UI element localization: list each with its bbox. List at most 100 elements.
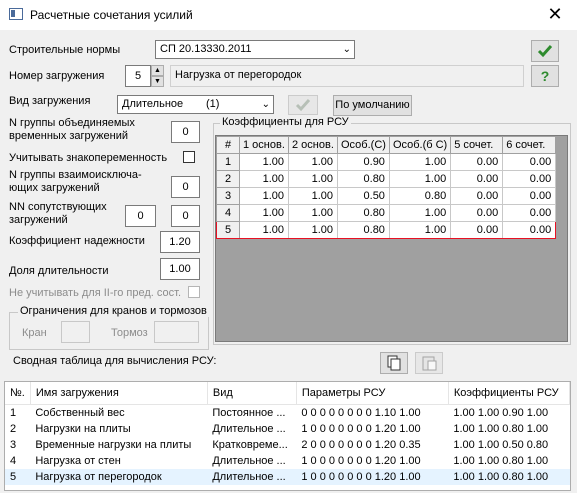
rsu-cell[interactable]: 1.00 (288, 170, 338, 188)
rsu-cell[interactable]: 1.00 (239, 187, 289, 205)
summary-cell: Длительное ... (212, 423, 286, 435)
load-type-select[interactable]: Длительное (1) ⌄ (117, 95, 274, 114)
rsu-cell[interactable]: 0.00 (502, 204, 557, 222)
accompanying-input-2[interactable]: 0 (171, 205, 200, 227)
rsu-cell[interactable]: 1.00 (288, 221, 338, 239)
combined-group-label-line1: N группы объединяемых (9, 117, 135, 129)
rsu-column-header[interactable]: 5 сочет. (450, 136, 504, 154)
rsu-cell[interactable]: 1.00 (239, 153, 289, 171)
norms-select[interactable]: СП 20.13330.2011 ⌄ (155, 40, 355, 59)
summary-cell: 1 0 0 0 0 0 0 0 1.20 1.00 (301, 455, 421, 467)
rsu-cell[interactable]: 0.80 (337, 170, 390, 188)
rsu-cell[interactable]: 0.00 (450, 170, 504, 188)
load-number-spinner[interactable]: ▲ ▼ (151, 65, 164, 87)
reliability-label: Коэффициент надежности (9, 235, 145, 247)
rsu-row[interactable]: 2 1.00 1.00 0.80 1.00 0.00 0.00 (216, 170, 557, 188)
summary-column-header[interactable]: Вид (207, 382, 297, 405)
rsu-cell[interactable]: 1.00 (239, 204, 289, 222)
rsu-column-header[interactable]: 1 основ. (239, 136, 289, 154)
ignore-second-checkbox[interactable] (188, 286, 200, 298)
rsu-cell[interactable]: 1.00 (288, 204, 338, 222)
rsu-cell[interactable]: 0.80 (388, 187, 452, 205)
load-number-label: Номер загружения (9, 70, 105, 82)
rsu-cell[interactable]: 0.00 (450, 187, 504, 205)
rsu-column-header[interactable]: 6 сочет. (502, 136, 557, 154)
chevron-down-icon: ⌄ (342, 44, 351, 55)
combined-group-input[interactable]: 0 (171, 121, 200, 143)
summary-row[interactable]: 5 Нагрузка от перегородок Длительное ... 1 … (5, 469, 570, 485)
load-name-field[interactable]: Нагрузка от перегородок (170, 65, 524, 87)
rsu-row-number[interactable]: 2 (216, 170, 240, 188)
rsu-cell[interactable]: 1.00 (388, 153, 452, 171)
crane-input[interactable] (61, 321, 90, 343)
duration-share-label: Доля длительности (9, 265, 109, 277)
sign-variable-checkbox[interactable] (183, 151, 195, 163)
default-button[interactable]: По умолчанию (333, 95, 412, 116)
summary-column-header[interactable]: Коэффициенты РСУ (448, 382, 570, 405)
summary-cell: 5 (5, 469, 31, 485)
duration-share-input[interactable]: 1.00 (160, 258, 200, 280)
rsu-cell[interactable]: 1.00 (288, 187, 338, 205)
rsu-cell[interactable]: 1.00 (388, 170, 452, 188)
brake-input[interactable] (154, 321, 199, 343)
rsu-column-header[interactable]: # (216, 136, 240, 154)
rsu-header-row: #1 основ. 2 основ. Особ.(С) Особ.(б С) 5 соч… (216, 136, 557, 154)
rsu-row[interactable]: 3 1.00 1.00 0.50 0.80 0.00 0.00 (216, 187, 557, 205)
spin-down-icon[interactable]: ▼ (151, 76, 164, 87)
rsu-cell[interactable]: 0.00 (450, 221, 504, 239)
mutex-group-label: N группы взаимоисключа- ющих загружений (9, 169, 142, 195)
close-button[interactable]: ✕ (540, 4, 570, 24)
rsu-cell[interactable]: 1.00 (388, 221, 452, 239)
summary-row[interactable]: 1 Собственный вес Постоянное ... 0 0 0 0 0 … (5, 405, 570, 422)
norms-label: Строительные нормы (9, 44, 121, 56)
rsu-cell[interactable]: 1.00 (239, 221, 289, 239)
rsu-cell[interactable]: 0.80 (337, 204, 390, 222)
rsu-cell[interactable]: 0.50 (337, 187, 390, 205)
summary-cell: 1.00 1.00 0.80 1.00 (448, 469, 570, 485)
reliability-input[interactable]: 1.20 (160, 231, 200, 253)
rsu-column-header[interactable]: Особ.(б С) (388, 136, 452, 154)
spin-up-icon[interactable]: ▲ (151, 65, 164, 76)
summary-column-header[interactable]: Имя загружения (30, 382, 208, 405)
rsu-cell[interactable]: 0.00 (450, 204, 504, 222)
rsu-column-header[interactable]: 2 основ. (288, 136, 338, 154)
apply-type-button[interactable] (288, 95, 318, 115)
summary-cell: 1.00 1.00 0.90 1.00 (453, 407, 549, 419)
summary-column-header[interactable]: №. (5, 382, 31, 405)
rsu-cell[interactable]: 0.00 (502, 153, 557, 171)
rsu-cell[interactable]: 0.00 (502, 187, 557, 205)
summary-column-header[interactable]: Параметры РСУ (296, 382, 449, 405)
summary-cell: 3 (10, 439, 17, 451)
copy-button[interactable] (380, 352, 408, 374)
paste-button[interactable] (415, 352, 443, 374)
apply-button[interactable] (531, 40, 559, 62)
help-button[interactable]: ? (531, 65, 559, 87)
rsu-row-number[interactable]: 5 (216, 221, 240, 239)
summary-row[interactable]: 2 Нагрузки на плиты Длительное ... 1 0 0 0 … (5, 421, 570, 437)
sign-variable-label: Учитывать знакопеременность (9, 152, 168, 164)
mutex-group-input[interactable]: 0 (171, 176, 200, 198)
rsu-column-header[interactable]: Особ.(С) (337, 136, 390, 154)
rsu-cell[interactable]: 0.80 (337, 221, 390, 239)
summary-row[interactable]: 3 Временные нагрузки на плиты Кратковреме.… (5, 437, 570, 453)
rsu-cell[interactable]: 1.00 (388, 204, 452, 222)
rsu-row-number[interactable]: 3 (216, 187, 240, 205)
load-number-input[interactable]: 5 (125, 65, 151, 87)
rsu-cell[interactable]: 0.90 (337, 153, 390, 171)
ignore-second-label: Не учитывать для II-го пред. сост. (9, 287, 182, 299)
summary-row[interactable]: 4 Нагрузка от стен Длительное ... 1 0 0 0 0… (5, 453, 570, 469)
rsu-coeffs-grid[interactable]: #1 основ. 2 основ. Особ.(С) Особ.(б С) 5 соч… (215, 135, 568, 342)
chevron-down-icon: ⌄ (261, 99, 270, 110)
rsu-row[interactable]: 4 1.00 1.00 0.80 1.00 0.00 0.00 (216, 204, 557, 222)
rsu-row[interactable]: 1 1.00 1.00 0.90 1.00 0.00 0.00 (216, 153, 557, 171)
rsu-cell[interactable]: 0.00 (502, 170, 557, 188)
rsu-cell[interactable]: 1.00 (288, 153, 338, 171)
rsu-cell[interactable]: 0.00 (502, 221, 557, 239)
rsu-row[interactable]: 5 1.00 1.00 0.80 1.00 0.00 0.00 (216, 221, 557, 239)
rsu-cell[interactable]: 1.00 (239, 170, 289, 188)
summary-table-panel[interactable]: №. Имя загружения Вид Параметры РСУ Коэффици… (4, 381, 571, 491)
rsu-row-number[interactable]: 1 (216, 153, 240, 171)
accompanying-input-1[interactable]: 0 (125, 205, 156, 227)
rsu-cell[interactable]: 0.00 (450, 153, 504, 171)
rsu-row-number[interactable]: 4 (216, 204, 240, 222)
